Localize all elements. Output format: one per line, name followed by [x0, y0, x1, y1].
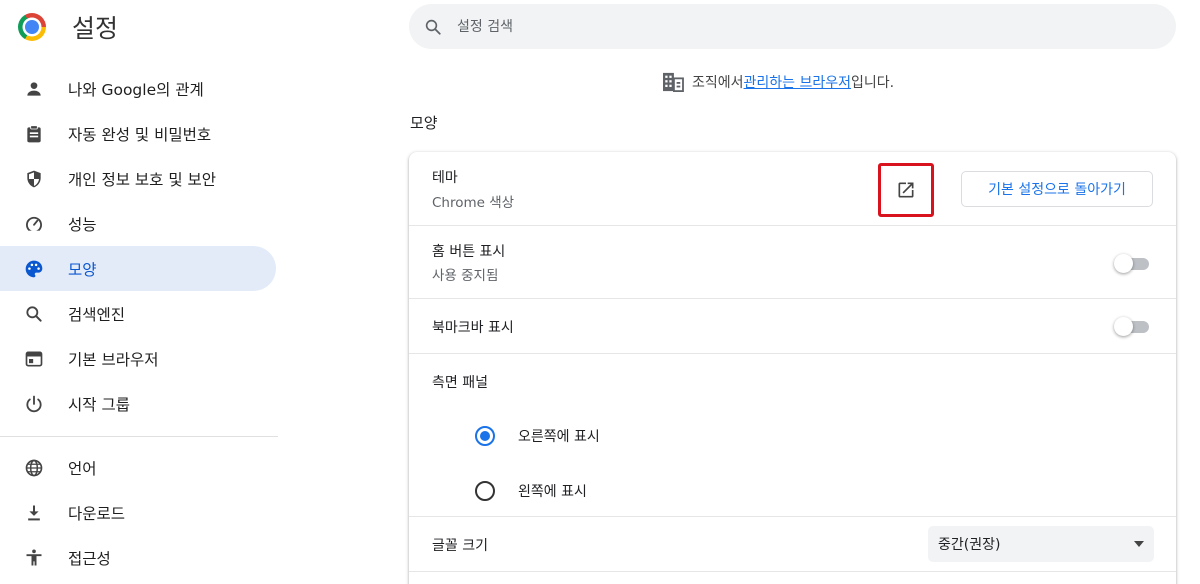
- globe-icon: [22, 456, 46, 480]
- power-icon: [22, 392, 46, 416]
- bookmarks-bar-toggle[interactable]: [1114, 317, 1150, 336]
- sidebar-item-downloads[interactable]: 다운로드: [0, 490, 276, 535]
- home-button-row: 홈 버튼 표시 사용 중지됨: [409, 226, 1176, 299]
- reset-theme-button[interactable]: 기본 설정으로 돌아가기: [961, 171, 1153, 207]
- search-icon: [423, 17, 443, 37]
- radio-label: 왼쪽에 표시: [518, 484, 587, 500]
- speedometer-icon: [22, 212, 46, 236]
- palette-icon: [22, 257, 46, 281]
- sidebar-item-label: 접근성: [68, 549, 111, 568]
- theme-row: 테마 Chrome 색상 기본 설정으로 돌아가기: [409, 152, 1176, 226]
- sidebar-item-you-and-google[interactable]: 나와 Google의 관계: [0, 66, 276, 111]
- side-panel-left-option[interactable]: 왼쪽에 표시: [475, 477, 587, 505]
- sidebar-item-label: 자동 완성 및 비밀번호: [68, 125, 212, 144]
- home-button-toggle[interactable]: [1114, 254, 1150, 273]
- browser-icon: [22, 347, 46, 371]
- shield-icon: [22, 167, 46, 191]
- open-theme-button[interactable]: [878, 163, 934, 217]
- appearance-card: 테마 Chrome 색상 기본 설정으로 돌아가기 홈 버튼 표시 사용 중지됨…: [409, 152, 1176, 584]
- person-icon: [22, 77, 46, 101]
- sidebar-item-label: 언어: [68, 459, 97, 478]
- open-in-new-icon: [898, 182, 914, 198]
- brand: 설정: [18, 10, 118, 44]
- font-size-value: 중간(권장): [938, 537, 1001, 553]
- settings-search[interactable]: [409, 4, 1176, 49]
- sidebar-item-autofill[interactable]: 자동 완성 및 비밀번호: [0, 111, 276, 156]
- radio-unselected[interactable]: [475, 481, 495, 501]
- sidebar-item-label: 기본 브라우저: [68, 350, 159, 369]
- bookmarks-bar-row: 북마크바 표시: [409, 299, 1176, 354]
- managed-prefix: 조직에서: [692, 75, 744, 91]
- sidebar-item-label: 검색엔진: [68, 305, 126, 324]
- dropdown-arrow-icon: [1134, 541, 1144, 547]
- sidebar-item-accessibility[interactable]: 접근성: [0, 535, 276, 580]
- sidebar-item-performance[interactable]: 성능: [0, 201, 276, 246]
- search-input[interactable]: [457, 18, 1057, 35]
- sidebar-item-label: 모양: [68, 260, 97, 279]
- sidebar-item-default-browser[interactable]: 기본 브라우저: [0, 336, 276, 381]
- chrome-logo-icon: [18, 13, 46, 41]
- managed-notice: 조직에서 관리하는 브라우저 입니다.: [662, 70, 894, 94]
- sidebar-item-label: 다운로드: [68, 504, 126, 523]
- building-icon: [663, 72, 684, 92]
- sidebar-item-on-startup[interactable]: 시작 그룹: [0, 381, 276, 426]
- managed-link[interactable]: 관리하는 브라우저: [744, 72, 852, 92]
- section-title: 모양: [410, 114, 438, 132]
- managed-suffix: 입니다.: [851, 75, 895, 91]
- sidebar-item-privacy[interactable]: 개인 정보 보호 및 보안: [0, 156, 276, 201]
- clipboard-icon: [22, 122, 46, 146]
- font-size-label: 글꼴 크기: [432, 538, 488, 554]
- radio-label: 오른쪽에 표시: [518, 429, 600, 445]
- sidebar-divider: [0, 436, 278, 437]
- bookmarks-bar-label: 북마크바 표시: [432, 320, 514, 336]
- sidebar-item-label: 시작 그룹: [68, 395, 130, 414]
- toggle-knob: [1114, 254, 1133, 273]
- side-panel-label: 측면 패널: [432, 375, 488, 391]
- accessibility-icon: [22, 546, 46, 570]
- sidebar-item-label: 나와 Google의 관계: [68, 80, 204, 99]
- page-title: 설정: [72, 14, 119, 43]
- side-panel-row: 측면 패널 오른쪽에 표시 왼쪽에 표시: [409, 354, 1176, 517]
- home-button-label: 홈 버튼 표시: [432, 244, 506, 260]
- font-size-select[interactable]: 중간(권장): [928, 526, 1154, 562]
- sidebar-item-languages[interactable]: 언어: [0, 445, 276, 490]
- sidebar-item-appearance[interactable]: 모양: [0, 246, 276, 291]
- download-icon: [22, 501, 46, 525]
- radio-selected[interactable]: [475, 426, 495, 446]
- sidebar-item-label: 개인 정보 보호 및 보안: [68, 170, 217, 189]
- toggle-knob: [1114, 317, 1133, 336]
- font-size-row: 글꼴 크기 중간(권장): [409, 517, 1176, 572]
- side-panel-right-option[interactable]: 오른쪽에 표시: [475, 422, 600, 450]
- sidebar-item-search-engine[interactable]: 검색엔진: [0, 291, 276, 336]
- settings-app: 설정 나와 Google의 관계 자동 완성 및 비밀번호 개인 정보 보호 및…: [0, 0, 1200, 584]
- theme-label: 테마: [432, 170, 458, 186]
- sidebar: 설정 나와 Google의 관계 자동 완성 및 비밀번호 개인 정보 보호 및…: [0, 0, 290, 584]
- home-button-sub: 사용 중지됨: [432, 268, 499, 284]
- search-icon: [22, 302, 46, 326]
- sidebar-nav: 나와 Google의 관계 자동 완성 및 비밀번호 개인 정보 보호 및 보안…: [0, 66, 278, 580]
- theme-sub: Chrome 색상: [432, 195, 515, 211]
- sidebar-item-label: 성능: [68, 215, 97, 234]
